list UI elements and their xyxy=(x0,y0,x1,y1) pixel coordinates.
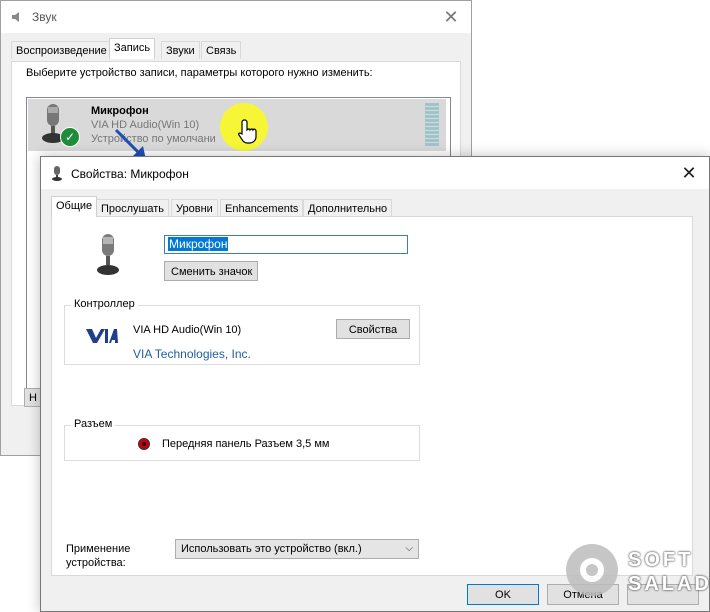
device-name: Микрофон xyxy=(91,105,149,117)
device-name-selected-text: Микрофон xyxy=(168,237,229,251)
jack-icon xyxy=(138,438,150,450)
watermark-text: SOFT SALAD xyxy=(628,548,710,596)
tab-recording[interactable]: Запись xyxy=(109,38,156,59)
device-usage-select[interactable]: Использовать это устройство (вкл.) ⌵ xyxy=(175,539,419,559)
tab-playback[interactable]: Воспроизведение xyxy=(11,41,112,59)
change-icon-button[interactable]: Сменить значок xyxy=(164,261,258,281)
watermark-line1: SOFT xyxy=(628,549,694,571)
sound-window-titlebar[interactable]: Звук ✕ xyxy=(1,1,471,33)
usage-label: Применение устройства: xyxy=(66,542,130,570)
jack-group: Разъем Передняя панель Разъем 3,5 мм xyxy=(64,418,420,461)
controller-group-label: Контроллер xyxy=(71,298,138,310)
usage-label-line2: устройства: xyxy=(66,557,126,569)
tab-advanced[interactable]: Дополнительно xyxy=(303,199,393,217)
vendor-link[interactable]: VIA Technologies, Inc. xyxy=(133,347,251,361)
controller-name: VIA HD Audio(Win 10) xyxy=(133,324,242,336)
via-logo-icon xyxy=(86,329,118,343)
properties-titlebar[interactable]: Свойства: Микрофон ✕ xyxy=(41,157,709,189)
watermark-line2: SALAD xyxy=(628,573,710,595)
instruction-text: Выберите устройство записи, параметры ко… xyxy=(26,67,373,79)
softsalad-logo-icon xyxy=(566,544,618,596)
tab-communications[interactable]: Связь xyxy=(201,41,242,59)
jack-group-label: Разъем xyxy=(71,418,116,430)
jack-text: Передняя панель Разъем 3,5 мм xyxy=(162,438,330,450)
controller-group: Контроллер VIA HD Audio(Win 10) VIA Tech… xyxy=(64,298,420,365)
controller-properties-button[interactable]: Свойства xyxy=(336,319,410,339)
usage-label-line1: Применение xyxy=(66,543,131,555)
hand-cursor-icon xyxy=(237,118,260,150)
device-status: Устройство по умолчани xyxy=(91,133,216,145)
level-meter xyxy=(425,103,439,147)
chevron-down-icon: ⌵ xyxy=(405,543,413,554)
tab-listen[interactable]: Прослушать xyxy=(96,199,170,217)
close-icon[interactable]: ✕ xyxy=(677,161,701,185)
tab-enhancements[interactable]: Enhancements xyxy=(220,199,304,217)
tab-general[interactable]: Общие xyxy=(51,196,98,217)
sound-window-title: Звук xyxy=(32,10,57,24)
properties-title: Свойства: Микрофон xyxy=(71,167,189,181)
device-name-input[interactable]: Микрофон xyxy=(164,235,408,254)
device-usage-value: Использовать это устройство (вкл.) xyxy=(181,543,362,555)
microphone-icon xyxy=(97,234,119,275)
tab-levels[interactable]: Уровни xyxy=(171,199,218,217)
general-panel: Микрофон Сменить значок Контроллер VIA H… xyxy=(51,216,693,576)
default-check-icon: ✓ xyxy=(60,127,80,147)
close-icon[interactable]: ✕ xyxy=(439,5,463,29)
tab-sounds[interactable]: Звуки xyxy=(161,41,200,59)
microphone-icon xyxy=(52,166,62,181)
ok-button[interactable]: OK xyxy=(467,584,539,605)
speaker-icon xyxy=(12,12,19,22)
